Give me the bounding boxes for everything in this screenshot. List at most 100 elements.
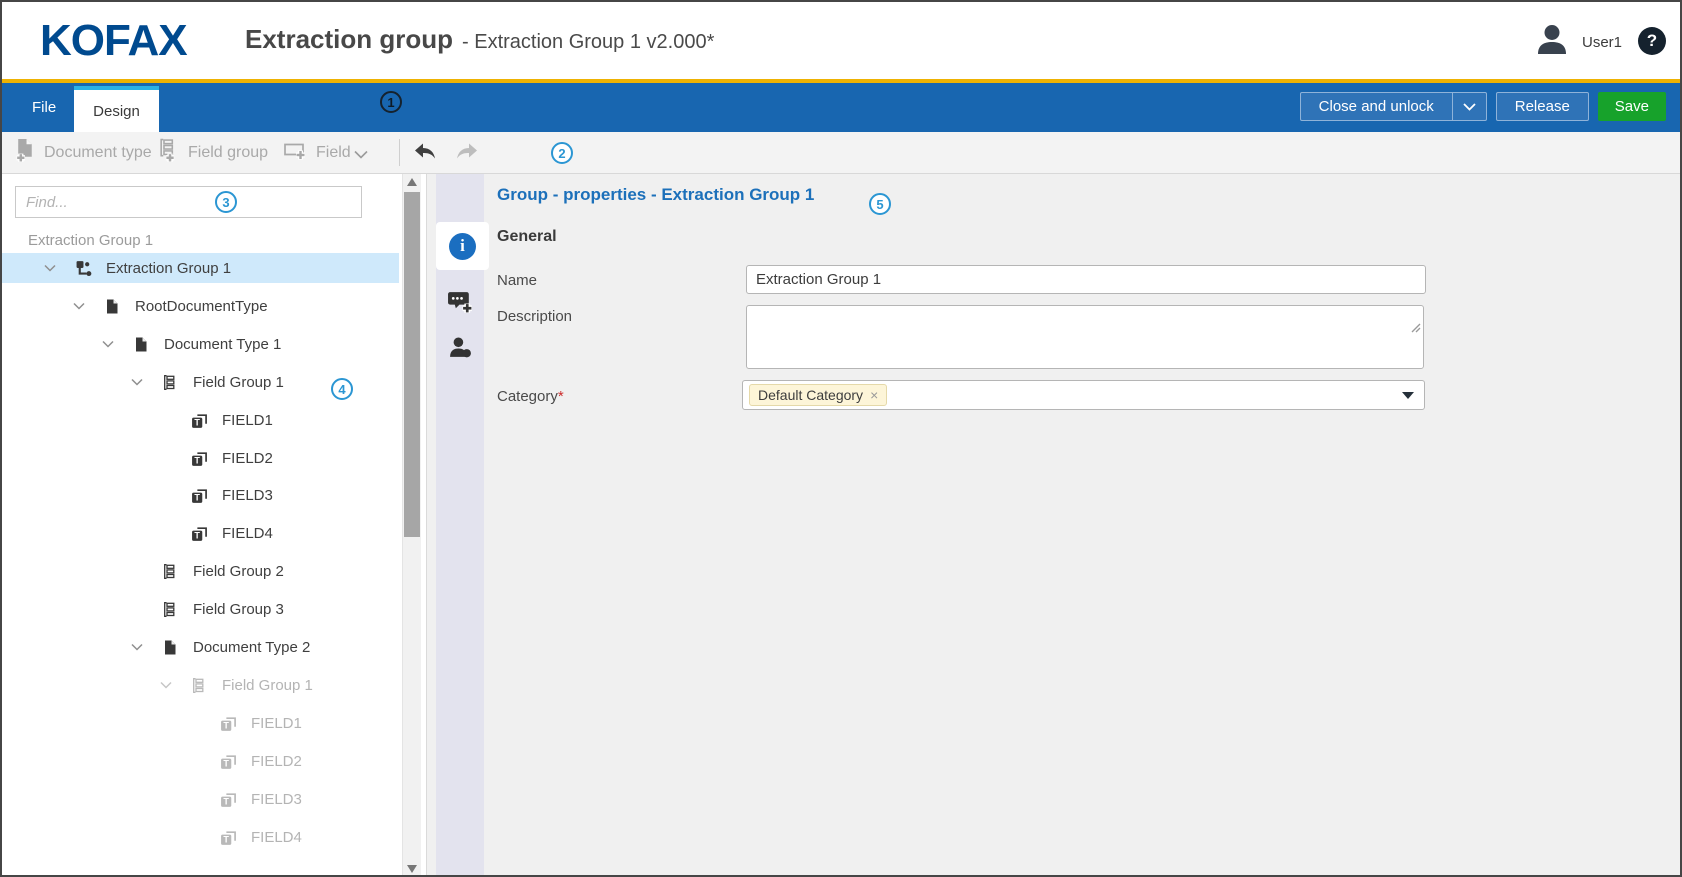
- add-sample-icon: [447, 289, 474, 320]
- chevron-down-icon[interactable]: [131, 632, 143, 662]
- combo-caret-icon[interactable]: [1402, 392, 1414, 399]
- tree-item[interactable]: T FIELD3: [2, 784, 399, 814]
- field-group-icon: [162, 367, 178, 397]
- scrollbar-thumb[interactable]: [404, 192, 420, 537]
- tree-item[interactable]: T FIELD1: [2, 708, 399, 738]
- document-icon: [104, 291, 120, 321]
- search-input[interactable]: [15, 186, 362, 218]
- design-toolbar: Document type Field group Field: [2, 132, 1680, 174]
- callout-4: 4: [331, 378, 353, 400]
- field-group-icon: [162, 594, 178, 624]
- document-type-button[interactable]: Document type: [14, 132, 152, 173]
- tab-file[interactable]: File: [22, 83, 66, 132]
- app-header: KOFAX Extraction group - Extraction Grou…: [2, 2, 1680, 79]
- field-dropdown-icon[interactable]: [354, 146, 368, 164]
- tree-item[interactable]: Document Type 1: [2, 329, 399, 359]
- tree-scrollbar[interactable]: [402, 174, 421, 877]
- required-asterisk: *: [558, 388, 564, 405]
- description-field[interactable]: [746, 305, 1424, 369]
- field-group-icon: [191, 670, 207, 700]
- scroll-down-icon[interactable]: [407, 865, 417, 873]
- tree-item-label: FIELD4: [251, 822, 302, 852]
- field-button[interactable]: Field: [283, 132, 351, 173]
- category-combobox[interactable]: Default Category ×: [742, 380, 1425, 410]
- chevron-down-icon[interactable]: [102, 329, 114, 359]
- save-button[interactable]: Save: [1598, 92, 1666, 121]
- tree-item-label: FIELD1: [222, 405, 273, 435]
- user-avatar-icon: [1532, 20, 1572, 65]
- tree-item[interactable]: TFIELD1: [2, 405, 399, 435]
- callout-2: 2: [551, 142, 573, 164]
- description-label: Description: [497, 308, 572, 325]
- svg-text:T: T: [223, 720, 229, 730]
- page-title-main: Extraction group: [245, 24, 453, 55]
- tree-item[interactable]: T FIELD2: [2, 746, 399, 776]
- field-icon: T: [220, 784, 237, 814]
- field-add-icon: [283, 138, 309, 168]
- field-group-icon: [162, 556, 178, 586]
- tree-item-label: FIELD4: [222, 518, 273, 548]
- tree-item[interactable]: RootDocumentType: [2, 291, 399, 321]
- tree-item[interactable]: Field Group 3: [2, 594, 399, 624]
- info-icon: i: [449, 233, 476, 260]
- tree-item-label: FIELD3: [251, 784, 302, 814]
- resize-grip-icon[interactable]: [1409, 320, 1421, 338]
- tree-item-label: Field Group 1: [193, 367, 284, 397]
- extraction-group-icon: [75, 253, 93, 283]
- section-heading: General: [497, 228, 557, 246]
- close-and-unlock-button[interactable]: Close and unlock: [1300, 92, 1487, 121]
- tree-item[interactable]: Document Type 2: [2, 632, 399, 662]
- chevron-down-icon[interactable]: [73, 291, 85, 321]
- document-add-icon: [14, 138, 37, 168]
- field-group-button[interactable]: Field group: [158, 132, 268, 173]
- user-name: User1: [1582, 34, 1622, 51]
- undo-button[interactable]: [412, 141, 438, 168]
- tree-item-label: Extraction Group 1: [106, 253, 231, 283]
- remove-tag-icon[interactable]: ×: [870, 387, 878, 403]
- close-and-unlock-dropdown[interactable]: [1452, 93, 1486, 120]
- properties-tab-user-role[interactable]: [436, 326, 484, 374]
- svg-text:T: T: [194, 530, 200, 540]
- document-icon: [162, 632, 178, 662]
- callout-1: 1: [380, 91, 402, 113]
- tree-item-label: Field Group 1: [222, 670, 313, 700]
- tree-item-label: Field Group 3: [193, 594, 284, 624]
- name-field[interactable]: [746, 265, 1426, 294]
- user-menu[interactable]: User1: [1532, 20, 1622, 65]
- tree-item-label: Document Type 1: [164, 329, 281, 359]
- chevron-down-icon[interactable]: [160, 670, 172, 700]
- field-group-add-icon: [158, 138, 181, 168]
- name-label: Name: [497, 272, 537, 289]
- release-button[interactable]: Release: [1496, 92, 1589, 121]
- ribbon-bar: File Design Close and unlock Release Sav…: [2, 83, 1680, 132]
- field-icon: T: [220, 746, 237, 776]
- tree-item[interactable]: T FIELD4: [2, 518, 399, 548]
- svg-text:T: T: [223, 758, 229, 768]
- help-button[interactable]: ?: [1638, 27, 1666, 55]
- chevron-down-icon[interactable]: [131, 367, 143, 397]
- tree-item[interactable]: TFIELD3: [2, 480, 399, 510]
- scroll-up-icon[interactable]: [407, 178, 417, 186]
- svg-text:T: T: [223, 796, 229, 806]
- svg-text:T: T: [194, 455, 200, 465]
- tree-item-label: FIELD1: [251, 708, 302, 738]
- tree-item[interactable]: TFIELD2: [2, 443, 399, 473]
- tree-item[interactable]: Extraction Group 1: [2, 253, 399, 283]
- chevron-down-icon[interactable]: [44, 253, 56, 283]
- toolbar-divider: [399, 139, 400, 166]
- tree-root-label: Extraction Group 1: [28, 232, 153, 249]
- tree-item[interactable]: TFIELD4: [2, 822, 399, 852]
- tab-design[interactable]: Design: [74, 86, 159, 132]
- field-icon: T: [191, 480, 208, 510]
- callout-5: 5: [869, 193, 891, 215]
- document-icon: [133, 329, 149, 359]
- kofax-logo: KOFAX: [40, 16, 187, 66]
- tree-item-label: FIELD2: [251, 746, 302, 776]
- user-role-icon: [448, 335, 473, 365]
- tree-item[interactable]: Field Group 1: [2, 670, 399, 700]
- properties-tab-info[interactable]: i: [436, 222, 489, 270]
- redo-button[interactable]: [454, 141, 480, 168]
- tree-item-label: Document Type 2: [193, 632, 310, 662]
- properties-tab-add-sample[interactable]: [436, 280, 484, 328]
- tree-item[interactable]: Field Group 2: [2, 556, 399, 586]
